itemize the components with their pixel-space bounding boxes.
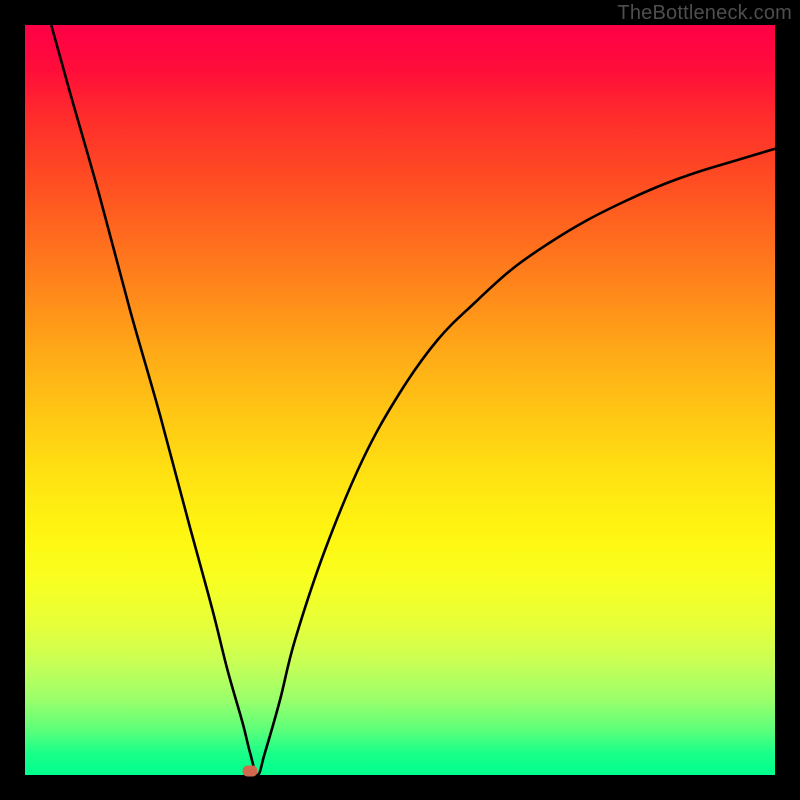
watermark-text: TheBottleneck.com — [617, 2, 792, 25]
minimum-marker — [243, 766, 258, 777]
bottleneck-curve — [25, 25, 775, 775]
curve-path — [51, 25, 775, 775]
plot-area — [25, 25, 775, 775]
chart-frame: TheBottleneck.com — [0, 0, 800, 800]
